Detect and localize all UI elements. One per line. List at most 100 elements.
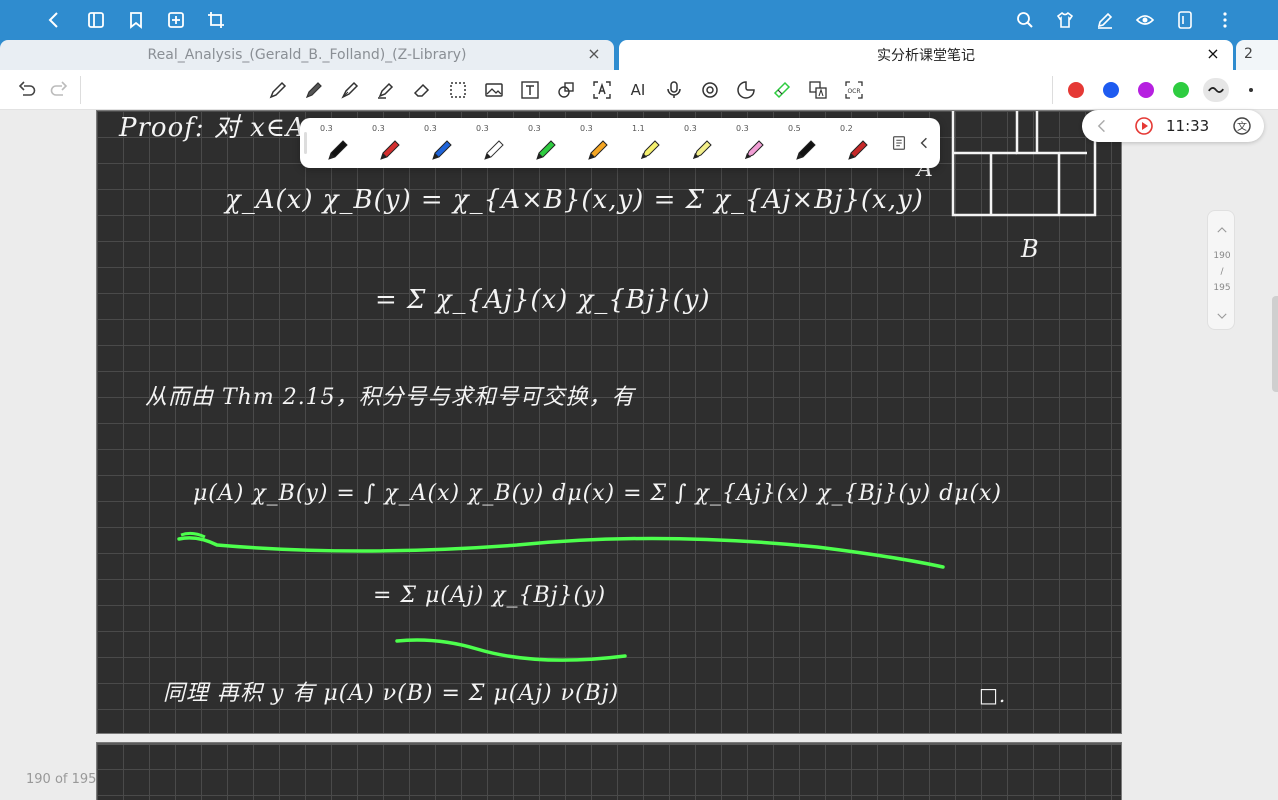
pen-slot-3[interactable]: 0.3 <box>414 122 464 166</box>
side-panel-handle[interactable] <box>1272 296 1278 392</box>
tab-label: 实分析课堂笔记 <box>877 48 975 64</box>
note-line-interchange: 从而由 Thm 2.15，积分号与求和号可交换，有 <box>145 385 635 410</box>
pen-width-label: 0.5 <box>788 124 801 133</box>
pen-width-label: 1.1 <box>632 124 645 133</box>
note-page[interactable]: Proof: 对 x∈A χ_A(x) χ_B(y) = χ_{A×B}(x,y… <box>96 110 1122 734</box>
note-line-mu-sum: = Σ μ(Aj) χ_{Bj}(y) <box>373 583 607 608</box>
next-note-page[interactable] <box>96 742 1122 800</box>
pen-slot-5[interactable]: 0.3 <box>518 122 568 166</box>
ocr-icon[interactable]: OCR <box>843 79 865 101</box>
undo-icon[interactable] <box>16 79 38 101</box>
more-vertical-icon[interactable] <box>1213 8 1237 32</box>
color-green-swatch[interactable] <box>1173 82 1189 98</box>
current-page-number: 190 <box>1213 251 1231 261</box>
tab-bar: Real_Analysis_(Gerald_B._Folland)_(Z-Lib… <box>0 40 1278 70</box>
chevron-up-icon[interactable] <box>1215 223 1229 237</box>
page-counter: 190 of 195 <box>26 772 97 787</box>
highlighter-icon[interactable] <box>375 79 397 101</box>
crop-icon[interactable] <box>204 8 228 32</box>
green-underline-1 <box>177 536 945 569</box>
add-page-icon[interactable] <box>164 8 188 32</box>
page-top-edge <box>97 743 1121 745</box>
chevron-down-icon[interactable] <box>1215 309 1229 323</box>
pen-icon <box>484 140 504 160</box>
color-red-swatch[interactable] <box>1068 82 1084 98</box>
pen-palette: 0.3 0.3 0.3 0.3 0.3 0.3 1.1 0.3 0.3 0.5 0.2 <box>300 118 940 168</box>
image-icon[interactable] <box>483 79 505 101</box>
pen-icon[interactable] <box>267 79 289 101</box>
tab-count-button[interactable]: 2 <box>1236 40 1278 70</box>
chevron-left-icon[interactable] <box>1094 118 1110 134</box>
bookmark-icon[interactable] <box>124 8 148 32</box>
pen-icon <box>796 140 816 160</box>
stroke-size-dot[interactable] <box>1249 88 1253 92</box>
pen-slot-7[interactable]: 1.1 <box>622 122 672 166</box>
text-box-icon[interactable] <box>519 79 541 101</box>
toolbar-divider <box>1052 76 1053 104</box>
close-icon[interactable]: × <box>586 46 602 62</box>
pen-slot-6[interactable]: 0.3 <box>570 122 620 166</box>
pen-slot-8[interactable]: 0.3 <box>674 122 724 166</box>
drawing-toolbar: AI OCR <box>0 70 1278 110</box>
tab-lecture-notes[interactable]: 实分析课堂笔记 × <box>619 40 1233 70</box>
palette-settings-icon[interactable] <box>890 134 908 152</box>
note-line-indicator-product: χ_A(x) χ_B(y) = χ_{A×B}(x,y) = Σ χ_{Aj×B… <box>225 185 924 215</box>
lasso-select-icon[interactable] <box>447 79 469 101</box>
green-underline-2 <box>395 638 627 662</box>
total-page-number: 195 <box>1213 283 1231 293</box>
pen-slot-10[interactable]: 0.5 <box>778 122 828 166</box>
color-blue-swatch[interactable] <box>1103 82 1119 98</box>
split-view-icon[interactable] <box>1173 8 1197 32</box>
top-bar <box>0 0 1278 40</box>
play-icon[interactable] <box>1134 116 1154 136</box>
diagram-label-b: B <box>1021 235 1040 263</box>
note-line-integral: μ(A) χ_B(y) = ∫ χ_A(x) χ_B(y) dμ(x) = Σ … <box>193 481 1003 506</box>
pen-edit-icon[interactable] <box>1093 8 1117 32</box>
shapes-icon[interactable] <box>555 79 577 101</box>
pen-width-label: 0.3 <box>320 124 333 133</box>
redo-icon[interactable] <box>48 79 70 101</box>
pen-slot-11[interactable]: 0.2 <box>830 122 880 166</box>
eye-icon[interactable] <box>1133 8 1157 32</box>
palette-collapse-icon[interactable] <box>916 134 932 152</box>
wave-stroke-icon <box>1208 87 1224 93</box>
theme-shirt-icon[interactable] <box>1053 8 1077 32</box>
palette-drag-handle[interactable] <box>304 132 307 154</box>
pen-slot-1[interactable]: 0.3 <box>310 122 360 166</box>
qed-mark: □. <box>979 683 1007 707</box>
text-recognition-icon[interactable] <box>591 79 613 101</box>
pen-slot-9[interactable]: 0.3 <box>726 122 776 166</box>
transcribe-icon[interactable]: 文 <box>1232 116 1252 136</box>
outline-icon[interactable] <box>84 8 108 32</box>
back-icon[interactable] <box>42 8 66 32</box>
tab-count: 2 <box>1244 46 1253 62</box>
recording-timer[interactable]: 11:33 文 <box>1082 110 1264 142</box>
tab-real-analysis[interactable]: Real_Analysis_(Gerald_B._Folland)_(Z-Lib… <box>0 40 614 70</box>
page-separator: / <box>1220 267 1224 277</box>
pen-icon <box>536 140 556 160</box>
ocr-label: OCR <box>847 88 860 95</box>
ai-button[interactable]: AI <box>627 79 649 101</box>
pen-width-label: 0.2 <box>840 124 853 133</box>
highlighter-icon <box>641 140 660 159</box>
pen-width-label: 0.3 <box>684 124 697 133</box>
search-icon[interactable] <box>1013 8 1037 32</box>
note-line-conclusion: 同理 再积 y 有 μ(A) ν(B) = Σ μ(Aj) ν(Bj) <box>163 681 620 706</box>
highlighter-icon <box>745 140 764 159</box>
fountain-pen-icon[interactable] <box>339 79 361 101</box>
stroke-style-button[interactable] <box>1203 78 1229 102</box>
highlighter-icon <box>693 140 712 159</box>
eraser-icon[interactable] <box>411 79 433 101</box>
recording-icon[interactable] <box>699 79 721 101</box>
toolbar-divider <box>80 76 81 104</box>
sticker-icon[interactable] <box>735 79 757 101</box>
pen-slot-2[interactable]: 0.3 <box>362 122 412 166</box>
microphone-icon[interactable] <box>663 79 685 101</box>
tape-icon[interactable] <box>771 79 793 101</box>
pen-slot-4[interactable]: 0.3 <box>466 122 516 166</box>
translate-icon[interactable] <box>807 79 829 101</box>
pencil-icon[interactable] <box>303 79 325 101</box>
color-purple-swatch[interactable] <box>1138 82 1154 98</box>
close-icon[interactable]: × <box>1205 46 1221 62</box>
page-scroller[interactable]: 190 / 195 <box>1207 210 1235 330</box>
